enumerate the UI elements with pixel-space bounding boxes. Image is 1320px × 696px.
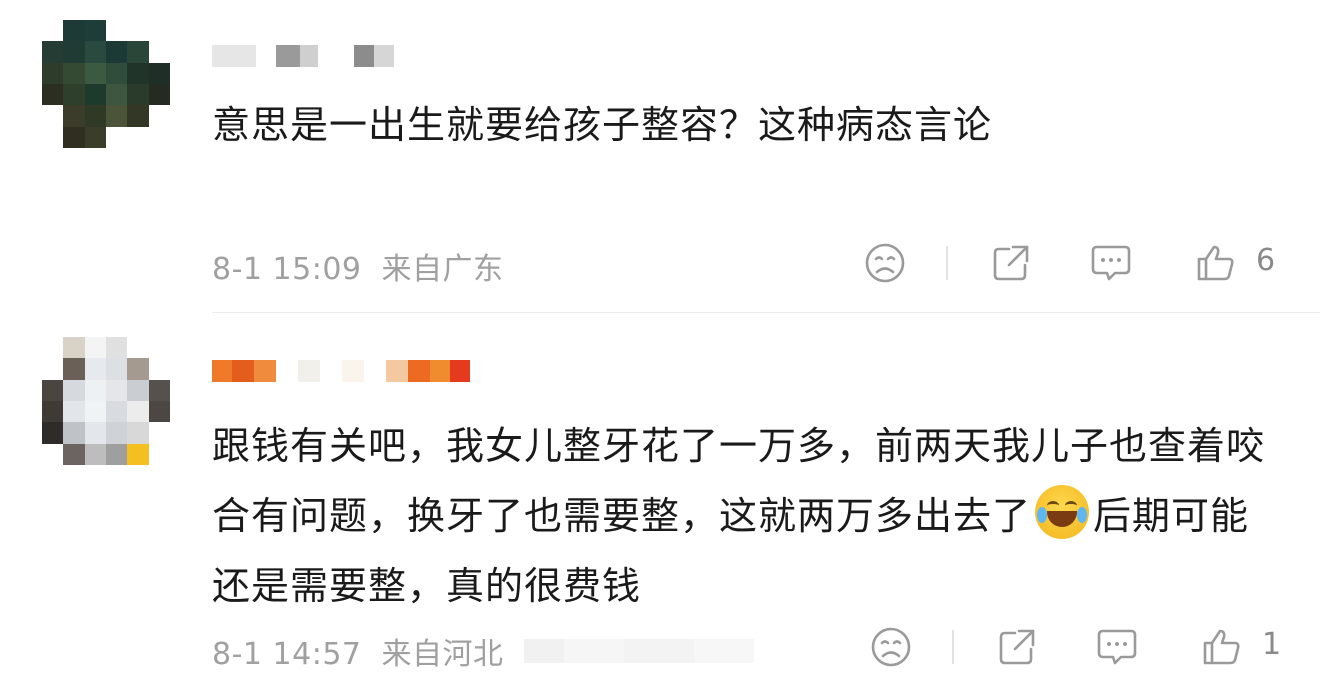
blurred-overlay: [524, 639, 754, 663]
dislike-icon[interactable]: [862, 240, 908, 286]
dislike-icon[interactable]: [868, 624, 914, 670]
comment-icon[interactable]: [1094, 624, 1140, 670]
comment-icon[interactable]: [1088, 240, 1134, 286]
like-count: 1: [1262, 627, 1282, 662]
comment-item: 跟钱有关吧，我女儿整牙花了一万多，前两天我儿子也查着咬合有问题，换牙了也需要整，…: [0, 313, 1320, 696]
action-separator: [946, 246, 948, 280]
comment-timestamp: 8-1 15:09: [212, 252, 362, 287]
action-separator: [952, 630, 954, 664]
comment-location: 来自广东: [381, 252, 504, 287]
comment-actions: 1: [866, 624, 1306, 672]
share-icon[interactable]: [988, 240, 1034, 286]
comment-text: 意思是一出生就要给孩子整容？这种病态言论: [212, 103, 993, 147]
laugh-cry-emoji: [1035, 485, 1090, 539]
like-count: 6: [1256, 243, 1276, 278]
avatar[interactable]: [42, 337, 170, 465]
comment-item: 意思是一出生就要给孩子整容？这种病态言论 8-1 15:09 来自广东 6: [0, 0, 1320, 312]
username-pixelated[interactable]: [212, 38, 394, 74]
avatar[interactable]: [42, 20, 170, 148]
share-icon[interactable]: [994, 624, 1040, 670]
username-pixelated[interactable]: [212, 353, 470, 389]
comment-location: 来自河北: [381, 637, 504, 672]
comment-text: 跟钱有关吧，我女儿整牙花了一万多，前两天我儿子也查着咬合有问题，换牙了也需要整，…: [212, 411, 1272, 621]
like-icon[interactable]: [1198, 624, 1244, 670]
like-icon[interactable]: [1192, 240, 1238, 286]
comment-timestamp: 8-1 14:57: [212, 637, 362, 672]
comment-actions: 6: [860, 240, 1300, 288]
comment-meta: 8-1 14:57 来自河北: [212, 629, 504, 673]
comment-meta: 8-1 15:09 来自广东: [212, 244, 504, 288]
